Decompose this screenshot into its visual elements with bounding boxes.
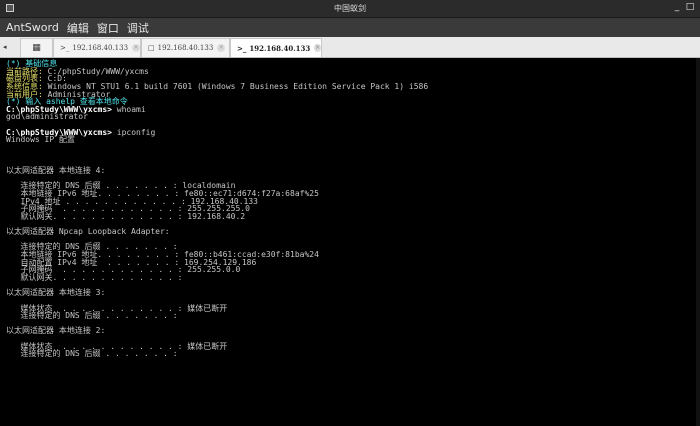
close-icon[interactable]: × bbox=[217, 44, 226, 52]
menu-edit[interactable]: 编辑 bbox=[67, 20, 89, 36]
output-line: 默认网关. . . . . . . . . . . . . : bbox=[6, 272, 183, 282]
info-line: 当前路径: C:/phpStudy/WWW/yxcms bbox=[6, 67, 694, 76]
tab-label: 192.168.40.133 bbox=[249, 43, 311, 53]
maximize-button[interactable]: □ bbox=[685, 2, 695, 12]
menu-debug[interactable]: 调试 bbox=[127, 20, 149, 36]
terminal-icon: >_ bbox=[237, 43, 247, 53]
tab-terminal-1[interactable]: >_ 192.168.40.133 × bbox=[53, 38, 141, 57]
window-title: 中国蚁剑 bbox=[334, 4, 366, 13]
output-line: 以太网适配器 本地连接 4: bbox=[6, 165, 106, 175]
menu-antsword[interactable]: AntSword bbox=[6, 21, 59, 34]
terminal-icon: >_ bbox=[60, 44, 70, 52]
output-line: 连接特定的 DNS 后缀 . . . . . . . : bbox=[6, 349, 178, 359]
output-line: 以太网适配器 本地连接 3: bbox=[6, 288, 106, 298]
terminal-scrollbar[interactable] bbox=[696, 58, 700, 426]
menu-window[interactable]: 窗口 bbox=[97, 20, 119, 36]
tab-terminal-2[interactable]: >_ 192.168.40.133 × bbox=[230, 38, 322, 57]
command-text: whoami bbox=[111, 104, 146, 114]
grid-icon: ▦ bbox=[32, 43, 41, 53]
folder-icon: □ bbox=[148, 44, 155, 52]
output-line: Windows IP 配置 bbox=[6, 135, 75, 145]
tab-home[interactable]: ▦ bbox=[20, 38, 53, 57]
tab-label: 192.168.40.133 bbox=[157, 44, 214, 52]
tab-label: 192.168.40.133 bbox=[72, 44, 129, 52]
minimize-button[interactable]: _ bbox=[672, 2, 682, 12]
command-text: ipconfig bbox=[111, 127, 156, 137]
output-line: 连接特定的 DNS 后缀 . . . . . . . : bbox=[6, 311, 178, 321]
terminal-output[interactable]: (*) 基础信息 当前路径: C:/phpStudy/WWW/yxcms 磁盘列… bbox=[0, 58, 700, 426]
output-line: 以太网适配器 Npcap Loopback Adapter: bbox=[6, 227, 170, 237]
command-line: C:\phpStudy\WWW\yxcms> ipconfig bbox=[6, 127, 694, 137]
output-line: 以太网适配器 本地连接 2: bbox=[6, 326, 106, 336]
output-line: 默认网关. . . . . . . . . . . . . : 192.168.… bbox=[6, 211, 246, 221]
ipconfig-output: Windows IP 配置以太网适配器 本地连接 4: 连接特定的 DNS 后缀… bbox=[6, 136, 694, 358]
close-icon[interactable]: × bbox=[314, 44, 321, 52]
menu-bar: AntSword 编辑 窗口 调试 bbox=[0, 18, 700, 37]
tab-file-manager[interactable]: □ 192.168.40.133 × bbox=[141, 38, 230, 57]
command-output: god\administrator bbox=[6, 112, 88, 122]
tab-bar: ◂ ▦ >_ 192.168.40.133 × □ 192.168.40.133… bbox=[0, 37, 700, 58]
command-line: C:\phpStudy\WWW\yxcms> whoami bbox=[6, 104, 694, 114]
tab-scroll-left-icon[interactable]: ◂ bbox=[3, 43, 7, 51]
window-titlebar: 中国蚁剑 _ □ bbox=[0, 0, 700, 18]
close-icon[interactable]: × bbox=[132, 44, 140, 52]
